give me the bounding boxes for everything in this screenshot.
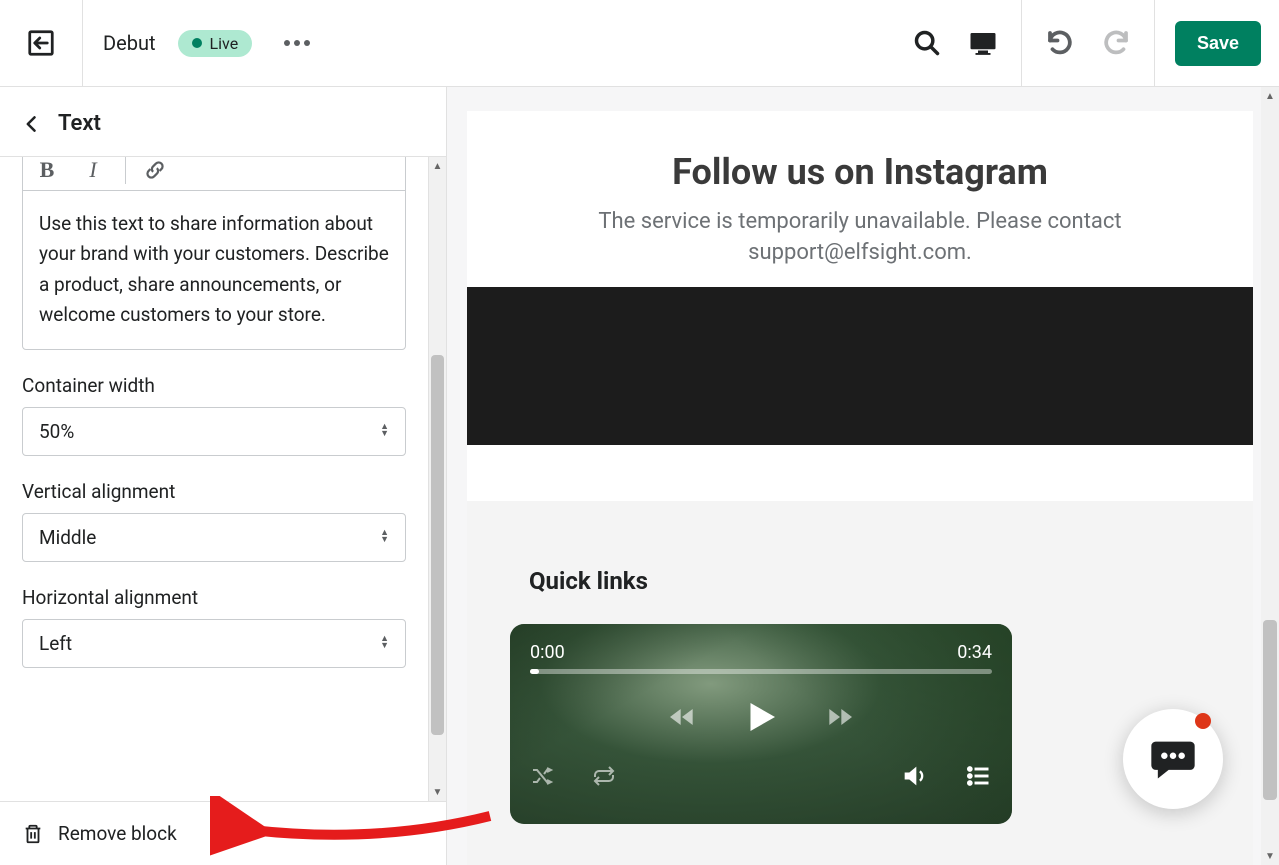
container-width-label: Container width — [22, 374, 406, 397]
theme-name: Debut — [103, 31, 156, 55]
playlist-icon — [964, 762, 992, 790]
container-width-value: 50% — [39, 420, 74, 443]
undo-icon — [1045, 28, 1075, 58]
vertical-alignment-value: Middle — [39, 526, 96, 549]
volume-button[interactable] — [900, 762, 928, 790]
chat-icon — [1147, 733, 1199, 785]
horizontal-alignment-label: Horizontal alignment — [22, 586, 406, 609]
instagram-title: Follow us on Instagram — [487, 151, 1233, 193]
forward-button[interactable] — [824, 701, 856, 733]
search-icon — [913, 29, 941, 57]
play-button[interactable] — [740, 696, 782, 738]
playlist-button[interactable] — [964, 762, 992, 790]
vertical-alignment-label: Vertical alignment — [22, 480, 406, 503]
link-button[interactable] — [144, 159, 172, 181]
divider — [1021, 0, 1022, 87]
live-label: Live — [210, 34, 239, 53]
chat-button[interactable] — [1123, 709, 1223, 809]
viewport-button[interactable] — [965, 25, 1001, 61]
forward-icon — [824, 701, 856, 733]
trash-icon — [22, 823, 44, 845]
horizontal-alignment-select[interactable]: Left ▲▼ — [22, 619, 406, 668]
sidebar-title: Text — [58, 111, 101, 136]
video-progress-bar[interactable] — [530, 669, 992, 674]
back-icon[interactable] — [22, 114, 42, 134]
more-button[interactable] — [274, 40, 320, 46]
rewind-button[interactable] — [666, 701, 698, 733]
rewind-icon — [666, 701, 698, 733]
bold-button[interactable]: B — [33, 157, 61, 183]
notification-dot-icon — [1195, 713, 1211, 729]
save-button[interactable]: Save — [1175, 21, 1261, 66]
undo-button[interactable] — [1042, 25, 1078, 61]
vertical-alignment-select[interactable]: Middle ▲▼ — [22, 513, 406, 562]
search-button[interactable] — [909, 25, 945, 61]
quick-links-heading: Quick links — [529, 567, 1191, 595]
instagram-placeholder — [467, 287, 1253, 445]
select-caret-icon: ▲▼ — [380, 530, 389, 544]
remove-block-button[interactable]: Remove block — [0, 801, 446, 865]
redo-button[interactable] — [1098, 25, 1134, 61]
desktop-icon — [968, 28, 998, 58]
remove-block-label: Remove block — [58, 822, 177, 845]
repeat-button[interactable] — [592, 764, 616, 788]
shuffle-button[interactable] — [530, 764, 554, 788]
select-caret-icon: ▲▼ — [380, 636, 389, 650]
redo-icon — [1101, 28, 1131, 58]
video-duration: 0:34 — [957, 642, 992, 663]
exit-button[interactable] — [0, 0, 83, 87]
play-icon — [740, 696, 782, 738]
italic-button[interactable]: I — [79, 157, 107, 183]
select-caret-icon: ▲▼ — [380, 424, 389, 438]
link-icon — [144, 159, 166, 181]
container-width-select[interactable]: 50% ▲▼ — [22, 407, 406, 456]
exit-icon — [26, 28, 56, 58]
repeat-icon — [592, 764, 616, 788]
format-toolbar: B I — [22, 157, 406, 190]
text-editor[interactable]: Use this text to share information about… — [22, 190, 406, 350]
sidebar-scrollbar[interactable]: ▲ ▼ — [428, 157, 446, 801]
sidebar-header: Text — [0, 87, 446, 157]
top-bar: Debut Live — [0, 0, 1279, 87]
horizontal-alignment-value: Left — [39, 632, 72, 655]
divider — [1154, 0, 1155, 87]
live-dot-icon — [192, 38, 202, 48]
instagram-message: The service is temporarily unavailable. … — [487, 207, 1233, 269]
video-player[interactable]: 0:00 0:34 — [510, 624, 1012, 824]
volume-icon — [900, 762, 928, 790]
video-current-time: 0:00 — [530, 642, 565, 663]
shuffle-icon — [530, 764, 554, 788]
preview-scrollbar[interactable]: ▲ ▼ — [1261, 87, 1279, 865]
live-badge: Live — [178, 30, 253, 57]
settings-sidebar: Text B I Use this text to share inf — [0, 87, 447, 865]
